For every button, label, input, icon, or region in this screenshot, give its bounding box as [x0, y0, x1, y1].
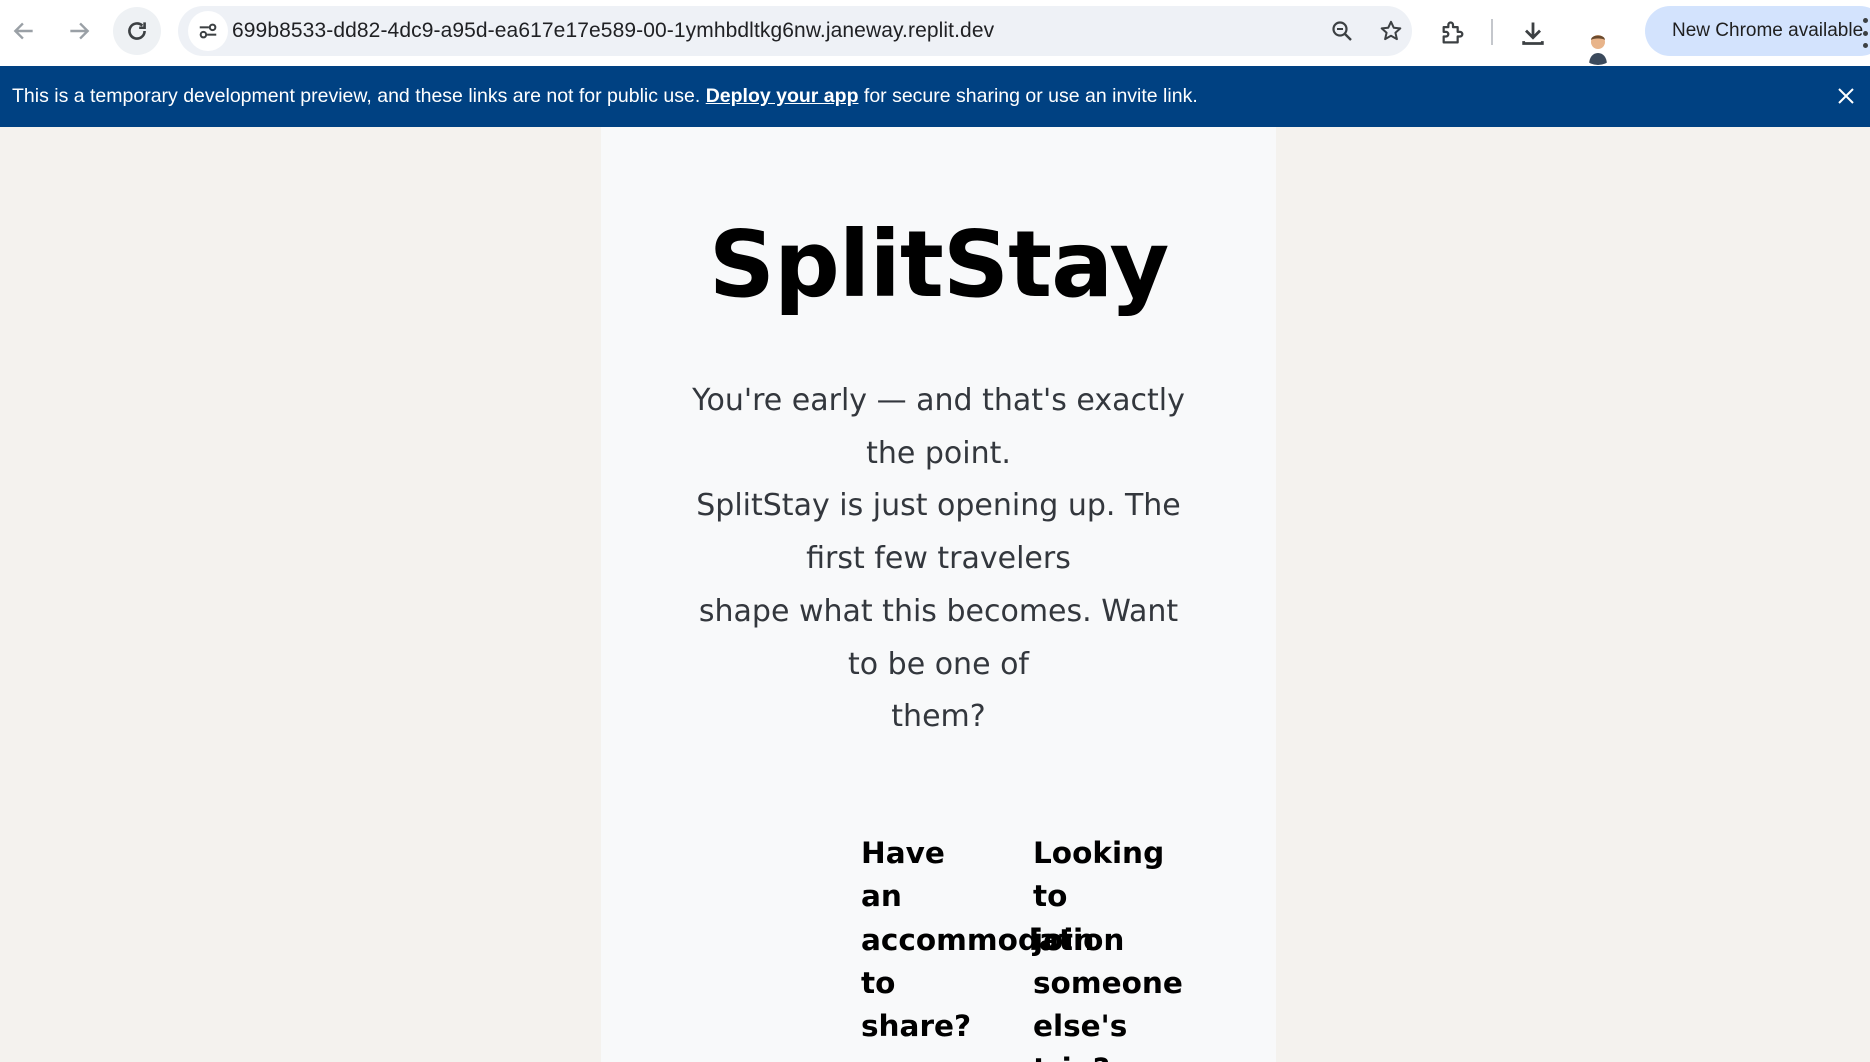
kebab-menu-icon[interactable]	[1860, 18, 1870, 48]
forward-arrow-icon[interactable]	[55, 7, 103, 55]
banner-text-before: This is a temporary development preview,…	[12, 85, 706, 107]
page-viewport: SplitStay You're early — and that's exac…	[0, 127, 1870, 1062]
url-text[interactable]: 699b8533-dd82-4dc9-a95d-ea617e17e589-00-…	[232, 6, 994, 56]
profile-avatar[interactable]	[1579, 27, 1617, 65]
close-icon[interactable]	[1834, 84, 1858, 108]
deploy-app-link[interactable]: Deploy your app	[706, 85, 859, 107]
site-info-icon[interactable]	[188, 11, 228, 51]
bookmark-star-icon[interactable]	[1375, 15, 1407, 47]
tagline: You're early — and that's exactly the po…	[691, 375, 1186, 744]
join-option-word: else's	[1033, 1009, 1128, 1044]
tagline-line: SplitStay is just opening up. The first …	[696, 488, 1181, 577]
download-icon[interactable]	[1513, 13, 1553, 53]
chrome-update-label: New Chrome available	[1672, 20, 1864, 41]
chrome-update-button[interactable]: New Chrome available	[1645, 6, 1870, 56]
join-option-word: to	[1033, 879, 1068, 914]
back-arrow-icon[interactable]	[0, 7, 48, 55]
join-option-button[interactable]: Looking to join someone else's trip?	[1033, 832, 1183, 1062]
main-column: SplitStay You're early — and that's exac…	[601, 127, 1276, 1062]
dev-preview-banner: This is a temporary development preview,…	[0, 66, 1870, 127]
tagline-line: shape what this becomes. Want to be one …	[698, 593, 1179, 682]
banner-text-after: for secure sharing or use an invite link…	[858, 85, 1198, 107]
join-option-word: join	[1033, 922, 1095, 957]
extensions-icon[interactable]	[1433, 13, 1473, 53]
join-option-word: trip?	[1033, 1048, 1183, 1062]
tagline-line: them?	[891, 699, 986, 735]
zoom-icon[interactable]	[1326, 15, 1358, 47]
toolbar-divider	[1491, 19, 1493, 45]
reload-icon[interactable]	[113, 7, 161, 55]
banner-message: This is a temporary development preview,…	[12, 66, 1198, 127]
address-bar[interactable]: 699b8533-dd82-4dc9-a95d-ea617e17e589-00-…	[178, 6, 1412, 56]
join-option-word: Looking	[1033, 836, 1165, 870]
page-title: SplitStay	[708, 211, 1170, 318]
browser-toolbar: 699b8533-dd82-4dc9-a95d-ea617e17e589-00-…	[0, 0, 1870, 66]
join-option-word: someone	[1033, 965, 1183, 1000]
tagline-line: You're early — and that's exactly the po…	[692, 383, 1185, 471]
